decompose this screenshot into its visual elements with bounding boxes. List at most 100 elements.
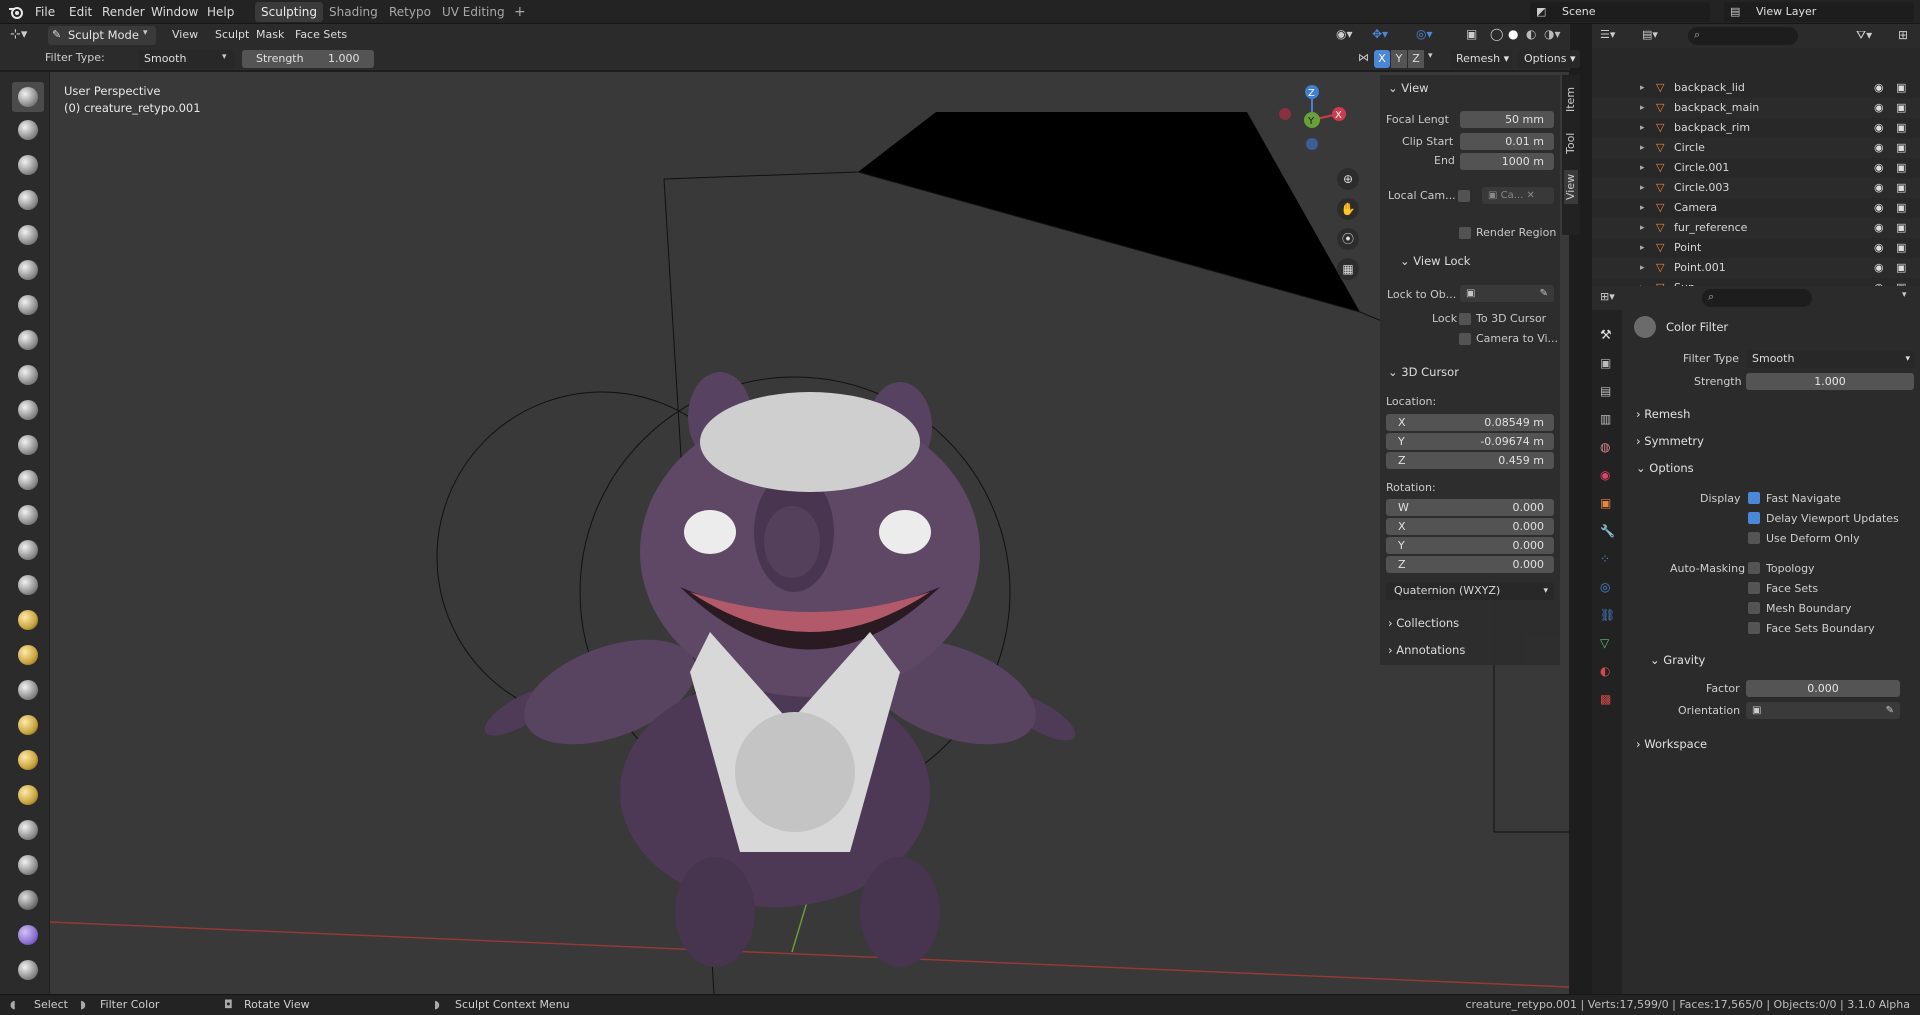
outliner-row[interactable]: ▸ ▽ Circle.003 ◉ ▣: [1592, 178, 1920, 198]
tool-clay-thumb[interactable]: [12, 220, 44, 250]
menu-edit[interactable]: Edit: [69, 3, 92, 21]
material-tab-icon[interactable]: ◐: [1600, 664, 1610, 678]
menu-window[interactable]: Window: [151, 3, 198, 21]
lock-to-object-field[interactable]: ▣ ✎: [1460, 285, 1554, 302]
tool-grab[interactable]: [12, 605, 44, 635]
tab-item[interactable]: Item: [1564, 82, 1578, 116]
constraints-tab-icon[interactable]: ⛓: [1600, 608, 1615, 622]
eye-icon[interactable]: ◉: [1874, 158, 1884, 178]
physics-tab-icon[interactable]: ◎: [1600, 580, 1610, 594]
view-lock-header[interactable]: ⌄ View Lock: [1400, 250, 1470, 272]
tool-fill[interactable]: [12, 465, 44, 495]
camera-icon[interactable]: ▣: [1896, 178, 1906, 198]
factor-field[interactable]: 0.000: [1746, 680, 1900, 697]
tab-sculpting[interactable]: Sculpting: [255, 2, 324, 22]
symmetry-section[interactable]: › Symmetry: [1636, 430, 1704, 452]
mode-selector[interactable]: ✎ Sculpt Mode ▾: [48, 26, 156, 45]
face-sets-boundary-checkbox[interactable]: [1748, 622, 1760, 634]
collections-header[interactable]: › Collections: [1388, 612, 1459, 634]
eye-icon[interactable]: ◉: [1874, 258, 1884, 278]
eye-icon[interactable]: ◉: [1874, 98, 1884, 118]
focal-length-field[interactable]: 50 mm: [1460, 111, 1554, 128]
options-section[interactable]: ⌄ Options: [1636, 457, 1694, 479]
tool-filter[interactable]: [12, 955, 44, 985]
eye-icon[interactable]: ◉: [1874, 138, 1884, 158]
strength-field[interactable]: 1.000: [1746, 373, 1914, 390]
cursor-location-z[interactable]: Z 0.459 m: [1386, 452, 1554, 469]
tool-multiplane-scrape[interactable]: [12, 535, 44, 565]
tool-tab-icon[interactable]: ⚒: [1600, 328, 1612, 343]
object-tab-icon[interactable]: ▣: [1600, 496, 1611, 510]
menu-view[interactable]: View: [166, 26, 204, 44]
outliner-row[interactable]: ▸ ▽ Point.001 ◉ ▣: [1592, 258, 1920, 278]
fast-navigate-checkbox[interactable]: [1748, 492, 1760, 504]
camera-icon[interactable]: ▣: [1896, 238, 1906, 258]
modifier-tab-icon[interactable]: 🔧: [1600, 524, 1615, 538]
zoom-icon[interactable]: ⊕: [1337, 168, 1359, 190]
expand-arrow-icon[interactable]: ▸: [1640, 258, 1645, 278]
blender-logo-icon[interactable]: [8, 4, 24, 20]
tool-scrape[interactable]: [12, 500, 44, 530]
render-region-checkbox[interactable]: [1459, 227, 1471, 239]
pan-hand-icon[interactable]: ✋: [1337, 198, 1359, 220]
menu-help[interactable]: Help: [207, 3, 234, 21]
gizmo-toggle-icon[interactable]: ✥▾: [1372, 27, 1388, 41]
tool-mask[interactable]: [12, 885, 44, 915]
chevron-down-icon[interactable]: ▾: [1428, 51, 1433, 61]
render-tab-icon[interactable]: ▣: [1600, 356, 1611, 370]
remesh-dropdown[interactable]: Remesh ▾: [1450, 50, 1512, 68]
eye-icon[interactable]: ◉: [1874, 218, 1884, 238]
topology-checkbox[interactable]: [1748, 562, 1760, 574]
tool-nudge[interactable]: [12, 780, 44, 810]
tool-crease[interactable]: [12, 360, 44, 390]
workspace-section[interactable]: › Workspace: [1636, 733, 1707, 755]
menu-file[interactable]: File: [35, 3, 55, 21]
material-shading-icon[interactable]: ◐: [1526, 27, 1536, 41]
tool-blob[interactable]: [12, 325, 44, 355]
eye-icon[interactable]: ◉: [1874, 238, 1884, 258]
tool-clay[interactable]: [12, 150, 44, 180]
expand-arrow-icon[interactable]: ▸: [1640, 178, 1645, 198]
camera-view-icon[interactable]: ⦿: [1337, 228, 1359, 250]
filter-icon[interactable]: ⛛▾: [1856, 28, 1872, 43]
expand-arrow-icon[interactable]: ▸: [1640, 198, 1645, 218]
tool-rotate[interactable]: [12, 815, 44, 845]
tool-snake-hook[interactable]: [12, 675, 44, 705]
eye-icon[interactable]: ◉: [1874, 198, 1884, 218]
options-dropdown[interactable]: Options ▾: [1518, 50, 1580, 68]
menu-sculpt[interactable]: Sculpt: [209, 26, 255, 44]
strength-field[interactable]: Strength 1.000: [242, 50, 374, 68]
outliner-row[interactable]: ▸ ▽ Point ◉ ▣: [1592, 238, 1920, 258]
camera-to-view-checkbox[interactable]: [1459, 333, 1471, 345]
expand-arrow-icon[interactable]: ▸: [1640, 218, 1645, 238]
tool-clay-strips[interactable]: [12, 185, 44, 215]
filter-type-dropdown[interactable]: Smooth ▾: [1746, 350, 1914, 368]
ortho-toggle-icon[interactable]: ▦: [1337, 258, 1359, 280]
3d-cursor-header[interactable]: ⌄ 3D Cursor: [1388, 361, 1459, 383]
tool-flatten[interactable]: [12, 430, 44, 460]
visibility-toggle-icon[interactable]: ◉▾: [1336, 27, 1353, 41]
to-3d-cursor-checkbox[interactable]: [1459, 313, 1471, 325]
chevron-down-icon[interactable]: ▾: [1902, 290, 1907, 300]
cursor-location-y[interactable]: Y -0.09674 m: [1386, 433, 1554, 450]
navigation-gizmo[interactable]: Z X Y: [1272, 80, 1352, 160]
outliner-row[interactable]: ▸ ▽ Circle ◉ ▣: [1592, 138, 1920, 158]
filter-type-dropdown[interactable]: Smooth ▾: [138, 50, 234, 68]
outliner-row[interactable]: ▸ ▽ backpack_main ◉ ▣: [1592, 98, 1920, 118]
view-layer-tab-icon[interactable]: ▥: [1600, 412, 1611, 426]
output-tab-icon[interactable]: ▤: [1600, 384, 1611, 398]
editor-type-icon[interactable]: ⊹▾: [10, 27, 27, 42]
eye-icon[interactable]: ◉: [1874, 118, 1884, 138]
rendered-shading-icon[interactable]: ◑▾: [1544, 27, 1561, 41]
eyedropper-icon[interactable]: ✎: [1540, 285, 1548, 302]
xray-toggle-icon[interactable]: ▣: [1466, 27, 1477, 41]
expand-arrow-icon[interactable]: ▸: [1640, 98, 1645, 118]
camera-icon[interactable]: ▣: [1896, 158, 1906, 178]
tool-elastic-deform[interactable]: [12, 640, 44, 670]
mesh-boundary-checkbox[interactable]: [1748, 602, 1760, 614]
camera-icon[interactable]: ▣: [1896, 218, 1906, 238]
add-workspace-button[interactable]: +: [508, 2, 532, 22]
display-mode-icon[interactable]: ▤▾: [1642, 28, 1658, 41]
outliner-row[interactable]: ▸ ▽ backpack_lid ◉ ▣: [1592, 78, 1920, 98]
use-deform-only-checkbox[interactable]: [1748, 532, 1760, 544]
